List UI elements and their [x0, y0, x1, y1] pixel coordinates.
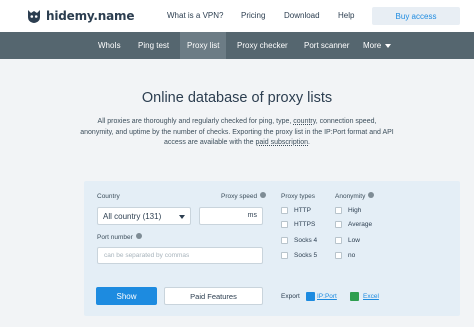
checkbox-no-label: no [348, 252, 356, 259]
port-number-input[interactable]: can be separated by commas [97, 247, 263, 264]
checkbox-high-label: High [348, 207, 362, 214]
proxy-types-label: Proxy types [281, 193, 315, 200]
tab-ping-test[interactable]: Ping test [138, 32, 169, 59]
ip-port-icon [306, 292, 315, 301]
tab-more-label: More [363, 41, 382, 50]
description-part-1: All proxies are thoroughly and regularly… [97, 118, 294, 125]
sub-navigation: WhoIs Ping test Proxy list Proxy checker… [0, 32, 474, 59]
info-icon[interactable] [135, 233, 142, 240]
proxy-speed-input[interactable]: ms [199, 207, 263, 225]
checkbox-box[interactable] [281, 221, 288, 228]
page-description: All proxies are thoroughly and regularly… [80, 117, 394, 149]
checkbox-socks5-label: Socks 5 [294, 252, 318, 259]
proxy-speed-label-text: Proxy speed [221, 193, 258, 200]
country-label: Country [97, 193, 120, 200]
export-ip-port-link[interactable]: IP:Port [317, 293, 337, 300]
nav-what-is-vpn[interactable]: What is a VPN? [167, 11, 223, 20]
tab-proxy-list[interactable]: Proxy list [180, 32, 226, 59]
checkbox-low[interactable]: Low [335, 237, 360, 244]
checkbox-http[interactable]: HTTP [281, 207, 311, 214]
tab-port-scanner[interactable]: Port scanner [304, 32, 349, 59]
excel-icon [350, 292, 359, 301]
checkbox-low-label: Low [348, 237, 360, 244]
checkbox-high[interactable]: High [335, 207, 361, 214]
checkbox-socks5[interactable]: Socks 5 [281, 252, 317, 259]
country-link[interactable]: country [293, 118, 315, 125]
paid-subscription-link[interactable]: paid subscription [255, 139, 308, 146]
chevron-down-icon [179, 215, 185, 219]
show-button[interactable]: Show [96, 287, 157, 305]
export-excel-link[interactable]: Excel [363, 293, 379, 300]
checkbox-box[interactable] [281, 207, 288, 214]
nav-pricing[interactable]: Pricing [241, 11, 265, 20]
checkbox-box[interactable] [281, 252, 288, 259]
logo[interactable]: hidemy.name [26, 8, 134, 24]
country-select[interactable]: All country (131) [97, 207, 191, 225]
checkbox-box[interactable] [335, 221, 342, 228]
country-select-value: All country (131) [103, 211, 162, 221]
info-icon[interactable] [368, 192, 375, 199]
checkbox-box[interactable] [335, 207, 342, 214]
page-title: Online database of proxy lists [141, 90, 333, 106]
checkbox-average-label: Average [348, 221, 373, 228]
port-number-label-text: Port number [97, 234, 133, 241]
tab-whois[interactable]: WhoIs [98, 32, 121, 59]
buy-access-button[interactable]: Buy access [372, 7, 460, 25]
checkbox-http-label: HTTP [294, 207, 311, 214]
checkbox-https-label: HTTPS [294, 221, 316, 228]
checkbox-average[interactable]: Average [335, 221, 372, 228]
proxy-speed-label: Proxy speed [221, 192, 267, 200]
filter-panel: Country All country (131) Proxy speed ms… [84, 181, 460, 316]
checkbox-socks4[interactable]: Socks 4 [281, 237, 317, 244]
anonymity-label-text: Anonymity [335, 193, 366, 200]
export-label: Export [281, 293, 300, 300]
checkbox-https[interactable]: HTTPS [281, 221, 315, 228]
info-icon[interactable] [260, 192, 267, 199]
port-number-label: Port number [97, 233, 142, 241]
nav-download[interactable]: Download [284, 11, 320, 20]
paid-features-button[interactable]: Paid Features [164, 287, 263, 305]
chevron-down-icon [385, 43, 392, 48]
checkbox-box[interactable] [281, 237, 288, 244]
checkbox-no[interactable]: no [335, 252, 355, 259]
checkbox-socks4-label: Socks 4 [294, 237, 318, 244]
logo-icon [28, 10, 40, 23]
anonymity-label: Anonymity [335, 192, 375, 200]
checkbox-box[interactable] [335, 237, 342, 244]
nav-help[interactable]: Help [338, 11, 354, 20]
description-part-3: . [308, 139, 310, 146]
top-header: hidemy.name What is a VPN? Pricing Downl… [0, 0, 474, 32]
checkbox-box[interactable] [335, 252, 342, 259]
tab-proxy-checker[interactable]: Proxy checker [237, 32, 288, 59]
logo-text: hidemy.name [46, 9, 135, 23]
tab-more[interactable]: More [363, 32, 392, 59]
